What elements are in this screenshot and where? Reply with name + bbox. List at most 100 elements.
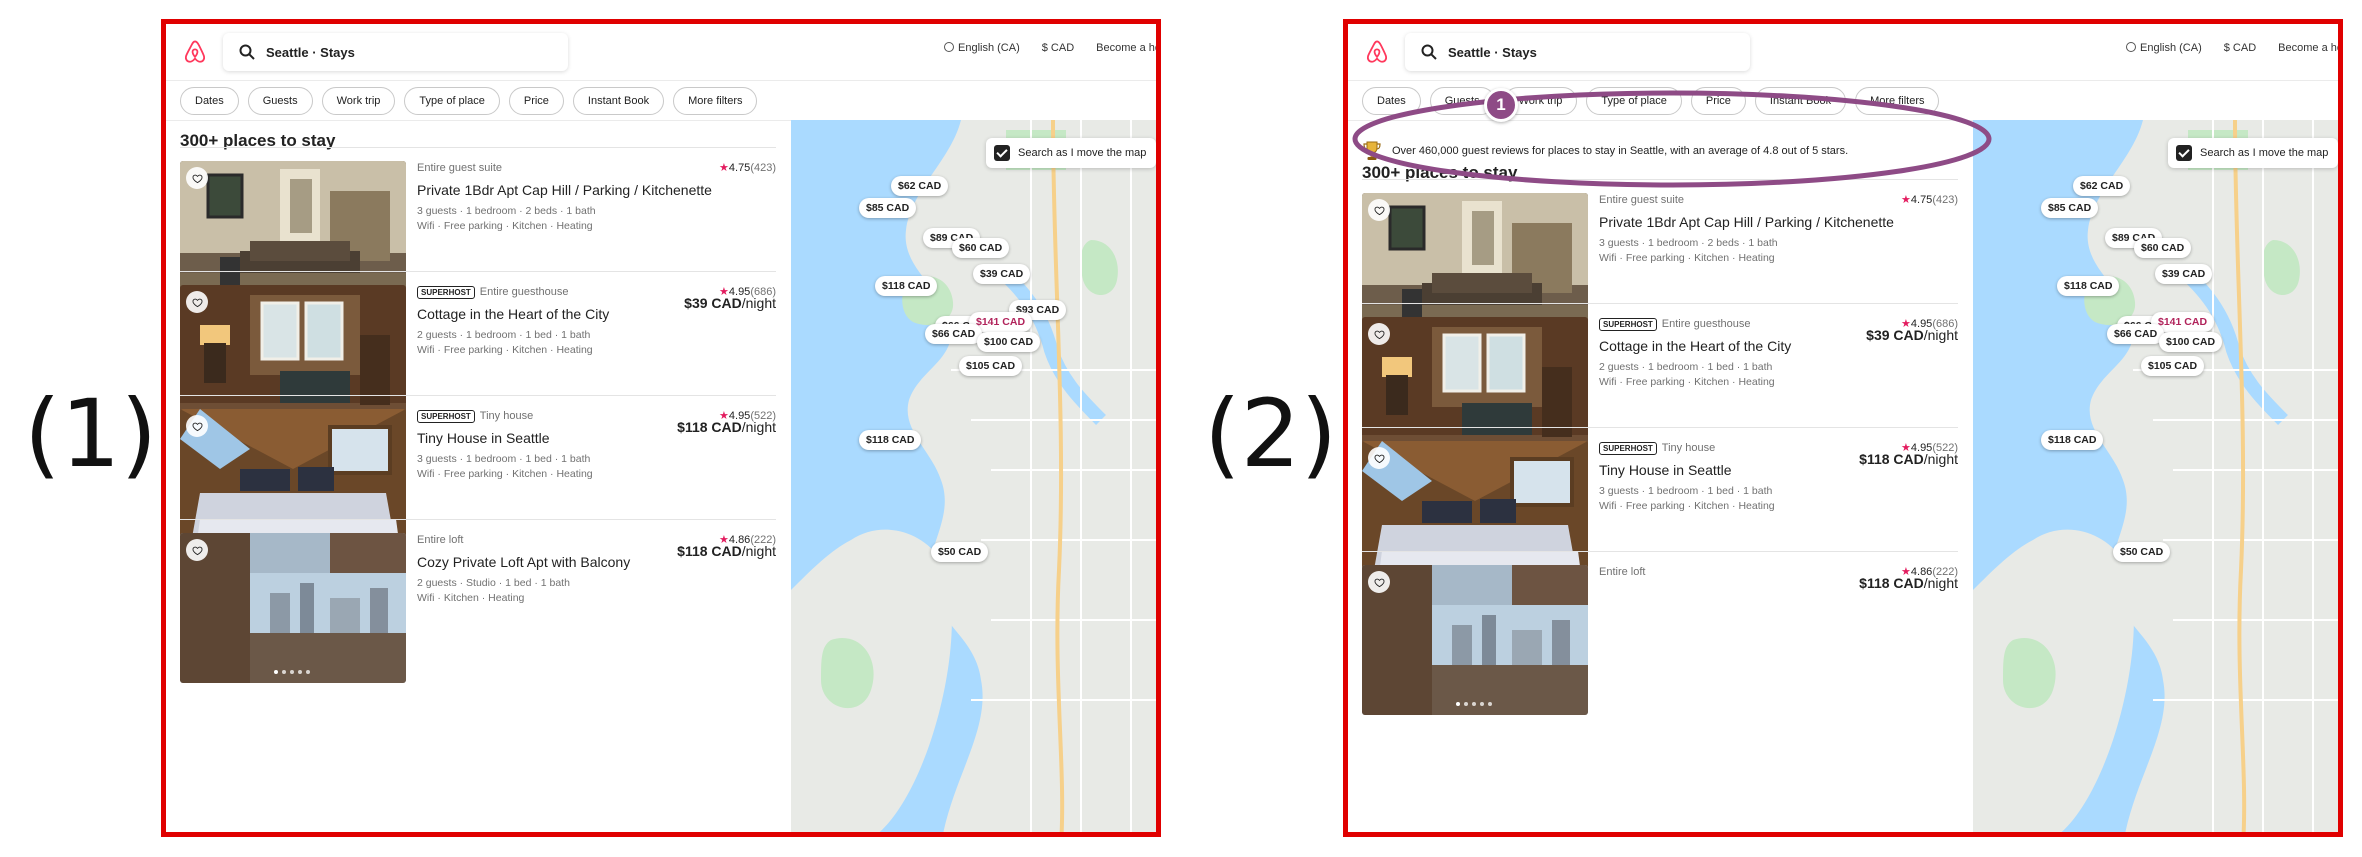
listing-title[interactable]: Cottage in the Heart of the City (417, 306, 776, 322)
map-price-pin[interactable]: $85 CAD (859, 198, 917, 218)
airbnb-logo-icon[interactable] (182, 38, 208, 66)
photo-carousel-dots (274, 670, 310, 674)
filter-chip[interactable]: Guests (247, 87, 313, 115)
listing-rating: ★4.95(522) (719, 409, 776, 422)
map-price-pin[interactable]: $118 CAD (875, 276, 938, 296)
listing-rating: ★4.75(423) (719, 161, 776, 174)
save-heart-icon[interactable] (1368, 323, 1390, 345)
results-count-heading: 300+ places to stay (180, 131, 336, 150)
search-as-move-toggle[interactable]: Search as I move the map (2168, 138, 2338, 168)
star-icon: ★ (719, 534, 729, 546)
listing-results: 300+ places to stay Entire guest suite ★4.… (1348, 121, 1973, 832)
map-price-pin[interactable]: $118 CAD (859, 430, 922, 450)
listing-photo[interactable] (1362, 565, 1588, 715)
map[interactable]: Search as I move the map $62 CAD $85 CAD $8… (1973, 120, 2338, 832)
map-price-pin[interactable]: $118 CAD (2057, 276, 2120, 296)
listing-title[interactable]: Cottage in the Heart of the City (1599, 338, 1958, 354)
language-button[interactable]: English (CA) (944, 42, 1020, 54)
reviews-banner: Over 460,000 guest reviews for places to… (1362, 134, 1962, 168)
map-price-pin[interactable]: $50 CAD (931, 542, 989, 562)
listing-rating: ★4.86(222) (719, 533, 776, 546)
listing-rating: ★4.75(423) (1901, 193, 1958, 206)
map-price-pin[interactable]: $39 CAD (2155, 264, 2213, 284)
map-price-pin[interactable]: $60 CAD (952, 238, 1010, 258)
filter-chip[interactable]: Dates (180, 87, 239, 115)
photo-carousel-dots (1456, 702, 1492, 706)
listing-title[interactable]: Private 1Bdr Apt Cap Hill / Parking / Ki… (1599, 214, 1958, 230)
rating-value: 4.95 (1910, 318, 1933, 330)
save-heart-icon[interactable] (186, 539, 208, 561)
filter-chip[interactable]: Price (508, 87, 564, 115)
save-heart-icon[interactable] (1368, 571, 1390, 593)
listing-card[interactable]: Entire loft ★4.86(222) (1362, 565, 1958, 715)
panel-label-1: (1) (24, 380, 158, 489)
map[interactable]: Search as I move the map $62 CAD $85 CAD $8… (791, 120, 1156, 832)
search-bar-text: Seattle · Stays (266, 44, 355, 60)
filter-chip[interactable]: Dates (1362, 87, 1421, 115)
map-price-pin[interactable]: $85 CAD (2041, 198, 2099, 218)
search-bar[interactable]: Seattle · Stays (223, 33, 568, 71)
currency-button[interactable]: $ CAD (2224, 42, 2256, 54)
listing-type: Entire loft (1599, 566, 1646, 578)
divider (1362, 303, 1958, 304)
map-price-pin[interactable]: $118 CAD (2041, 430, 2104, 450)
listing-details: 2 guests · Studio · 1 bed · 1 bath (417, 577, 570, 589)
save-heart-icon[interactable] (186, 415, 208, 437)
map-price-pin[interactable]: $62 CAD (891, 176, 949, 196)
listing-title[interactable]: Cozy Private Loft Apt with Balcony (417, 554, 776, 570)
map-price-pin[interactable]: $39 CAD (973, 264, 1031, 284)
filter-chip[interactable]: Instant Book (572, 87, 665, 115)
listing-title[interactable]: Private 1Bdr Apt Cap Hill / Parking / Ki… (417, 182, 776, 198)
star-icon: ★ (719, 286, 729, 298)
map-price-pin[interactable]: $62 CAD (2073, 176, 2131, 196)
listing-type: Entire guest suite (417, 162, 502, 174)
map-price-pin[interactable]: $105 CAD (2141, 356, 2205, 376)
listing-title[interactable]: Tiny House in Seattle (417, 430, 776, 446)
listing-card[interactable]: Entire loft ★4.86(222) Cozy Private Loft A… (180, 533, 776, 683)
listing-rating: ★4.86(222) (1901, 565, 1958, 578)
map-price-pin[interactable]: $66 CAD (2107, 324, 2165, 344)
filter-chip[interactable]: Price (1690, 87, 1746, 115)
map-price-pin[interactable]: $50 CAD (2113, 542, 2171, 562)
language-button[interactable]: English (CA) (2126, 42, 2202, 54)
map-price-pin[interactable]: $66 CAD (925, 324, 983, 344)
map-price-pin[interactable]: $60 CAD (2134, 238, 2192, 258)
filter-chip[interactable]: Type of place (404, 87, 500, 115)
checkbox-checked-icon[interactable] (994, 145, 1010, 161)
review-count: (423) (750, 162, 776, 174)
listing-rating: ★4.95(686) (1901, 317, 1958, 330)
reviews-banner-text: Over 460,000 guest reviews for places to… (1392, 145, 1849, 157)
listing-details: 3 guests · 1 bedroom · 2 beds · 1 bath (417, 205, 596, 217)
filter-bar: Dates Guests Work trip Type of place Price In… (180, 87, 758, 115)
listing-photo[interactable] (180, 533, 406, 683)
filter-chip[interactable]: Work trip (321, 87, 396, 115)
save-heart-icon[interactable] (186, 291, 208, 313)
airbnb-logo-icon[interactable] (1364, 38, 1390, 66)
trophy-icon (1363, 141, 1381, 160)
listing-details: 3 guests · 1 bedroom · 2 beds · 1 bath (1599, 237, 1778, 249)
rating-value: 4.75 (728, 162, 751, 174)
listing-type: Tiny house (1661, 442, 1716, 454)
listing-amenities: Wifi · Free parking · Kitchen · Heating (417, 468, 593, 480)
search-as-move-toggle[interactable]: Search as I move the map (986, 138, 1156, 168)
become-host-link[interactable]: Become a host (1096, 42, 1156, 54)
filter-chip[interactable]: Type of place (1586, 87, 1682, 115)
filter-chip[interactable]: Instant Book (1754, 87, 1847, 115)
rating-value: 4.86 (1910, 566, 1933, 578)
save-heart-icon[interactable] (1368, 199, 1390, 221)
save-heart-icon[interactable] (1368, 447, 1390, 469)
map-price-pin[interactable]: $100 CAD (2159, 332, 2223, 352)
filter-chip[interactable]: More filters (1855, 87, 1940, 115)
save-heart-icon[interactable] (186, 167, 208, 189)
become-host-link[interactable]: Become a host (2278, 42, 2338, 54)
filter-bar: Dates Guests Work trip Type of place Price In… (1362, 87, 1940, 115)
listing-title[interactable]: Tiny House in Seattle (1599, 462, 1958, 478)
map-price-pin[interactable]: $100 CAD (977, 332, 1041, 352)
map-price-pin[interactable]: $105 CAD (959, 356, 1023, 376)
rating-value: 4.95 (1910, 442, 1933, 454)
filter-chip[interactable]: More filters (673, 87, 758, 115)
search-bar[interactable]: Seattle · Stays (1405, 33, 1750, 71)
currency-button[interactable]: $ CAD (1042, 42, 1074, 54)
checkbox-checked-icon[interactable] (2176, 145, 2192, 161)
superhost-badge: SUPERHOST (417, 285, 475, 299)
